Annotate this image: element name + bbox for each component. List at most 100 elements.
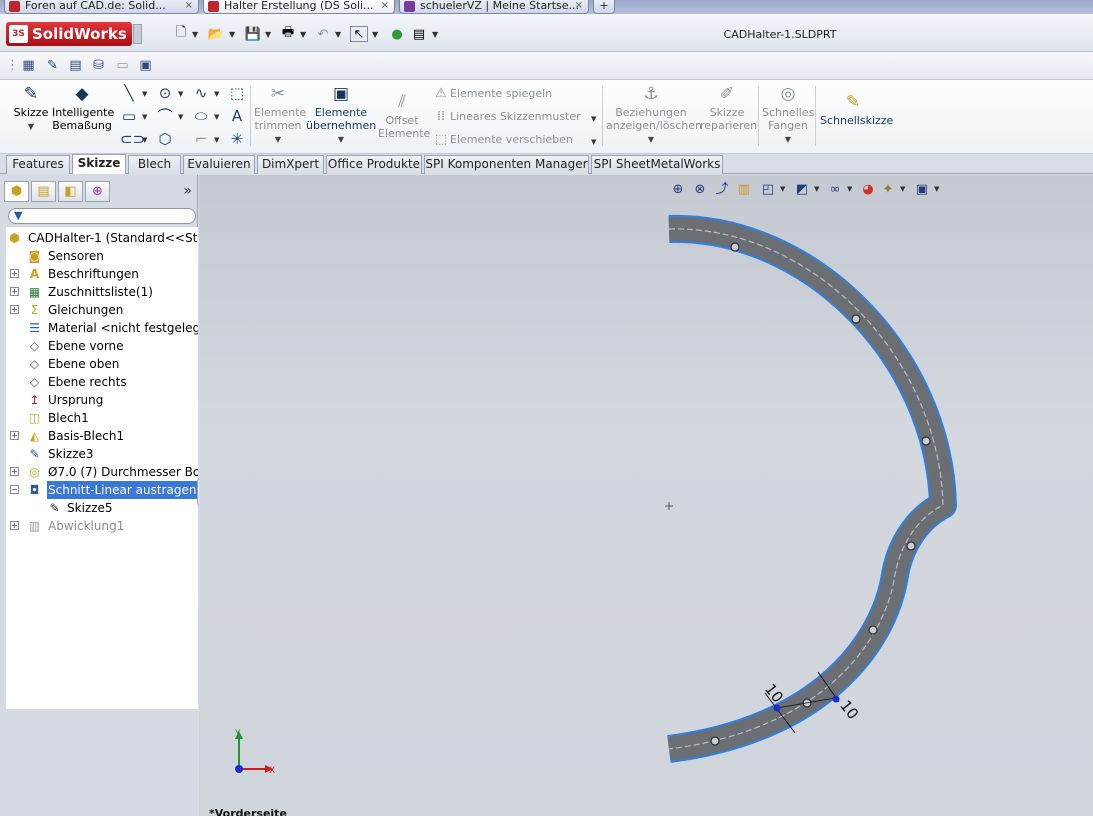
chevron-down-icon[interactable]: ▼ bbox=[192, 30, 198, 39]
arc-icon[interactable]: ⌒ bbox=[156, 107, 174, 125]
feature-tree-icon: ⬢ bbox=[10, 184, 23, 199]
chevron-down-icon[interactable]: ▼ bbox=[10, 120, 52, 133]
tab-skizze[interactable]: Skizze bbox=[72, 154, 126, 174]
chevron-down-icon[interactable]: ▼ bbox=[178, 113, 183, 121]
property-manager-tab[interactable]: ▤ bbox=[31, 181, 56, 202]
new-tab-button[interactable]: + bbox=[593, 0, 615, 14]
part-body bbox=[667, 214, 957, 763]
rapid-sketch-button[interactable]: ✎ Schnellskizze bbox=[820, 92, 893, 127]
close-icon[interactable]: × bbox=[185, 0, 193, 12]
smart-dimension-button[interactable]: ◆ Intelligente Bemaßung bbox=[52, 84, 114, 132]
chevron-down-icon[interactable]: ▼ bbox=[372, 30, 378, 39]
expand-icon[interactable]: + bbox=[10, 287, 19, 296]
tab-features[interactable]: Features bbox=[6, 155, 70, 174]
line-icon[interactable]: ╲ bbox=[120, 84, 138, 102]
chevron-down-icon[interactable]: ▼ bbox=[591, 115, 596, 123]
chevron-down-icon[interactable]: ▼ bbox=[762, 133, 814, 146]
feature-manager-tab[interactable]: ⬢ bbox=[4, 181, 29, 202]
point-icon[interactable]: ✳ bbox=[228, 130, 246, 148]
spline-icon[interactable]: ∿ bbox=[192, 84, 210, 102]
chevron-down-icon[interactable]: ▼ bbox=[254, 133, 302, 146]
base-flange-icon: ◭ bbox=[29, 429, 40, 443]
expand-icon[interactable]: + bbox=[10, 269, 19, 278]
linear-pattern-button[interactable]: ⁞⁞ Lineares Skizzenmuster bbox=[432, 110, 581, 124]
relations-button[interactable]: ⚓ Beziehungen anzeigen/löschen ▼ bbox=[606, 84, 702, 146]
repair-sketch-button[interactable]: ✐ Skizze reparieren bbox=[700, 84, 757, 132]
mirror-entities-button[interactable]: ⚠ Elemente spiegeln bbox=[432, 87, 552, 101]
toolbar-icon-2[interactable]: ✎ bbox=[44, 57, 61, 74]
chevron-down-icon[interactable]: ▼ bbox=[142, 136, 147, 144]
browser-tab[interactable]: Halter Erstellung (DS Soli... × bbox=[203, 0, 395, 14]
toolbar-icon-1[interactable]: ▦ bbox=[20, 57, 37, 74]
close-icon[interactable]: × bbox=[575, 0, 583, 12]
solidworks-logo[interactable]: 3S SolidWorks bbox=[6, 22, 132, 46]
chevron-down-icon[interactable]: ▼ bbox=[229, 30, 235, 39]
chevron-down-icon[interactable]: ▼ bbox=[214, 136, 219, 144]
circle-icon[interactable]: ⊙ bbox=[156, 84, 174, 102]
expand-icon[interactable]: + bbox=[10, 305, 19, 314]
sw-favicon bbox=[9, 1, 20, 12]
hole-4 bbox=[906, 541, 916, 551]
print-icon[interactable]: 🖶 bbox=[279, 25, 297, 42]
chevron-down-icon[interactable]: ▼ bbox=[591, 138, 596, 146]
browser-tab[interactable]: schuelerVZ | Meine Startse... × bbox=[399, 0, 589, 14]
trim-button[interactable]: ✂ Elemente trimmen ▼ bbox=[254, 84, 306, 146]
chevron-down-icon[interactable]: ▼ bbox=[214, 113, 219, 121]
text-icon[interactable]: A bbox=[228, 107, 246, 125]
grid-icon[interactable]: ⬚ bbox=[228, 84, 246, 102]
graphics-viewport[interactable]: ⊕ ⊗ ⤴ ▥ ◰ ▼ ◩ ▼ ∞ ▼ ◕ ✦ ▼ ▣ ▼ 10 10 Y X … bbox=[199, 175, 1093, 816]
tab-blech[interactable]: Blech bbox=[128, 155, 181, 174]
configuration-manager-tab[interactable]: ◧ bbox=[58, 181, 83, 202]
chevron-down-icon[interactable]: ▼ bbox=[432, 30, 438, 39]
tab-office-produkte[interactable]: Office Produkte bbox=[326, 155, 422, 174]
chevron-down-icon[interactable]: ▼ bbox=[335, 30, 341, 39]
chevron-down-icon[interactable]: ▼ bbox=[606, 133, 696, 146]
offset-entities-button[interactable]: ⫽ Offset Elemente bbox=[378, 92, 430, 140]
convert-entities-button[interactable]: ▣ Elemente übernehmen ▼ bbox=[306, 84, 376, 146]
tab-evaluieren[interactable]: Evaluieren bbox=[183, 155, 255, 174]
collapse-icon[interactable]: − bbox=[10, 485, 19, 494]
property-icon: ▤ bbox=[37, 184, 50, 199]
sketch-button[interactable]: ✎ Skizze ▼ bbox=[10, 84, 52, 133]
close-icon[interactable]: × bbox=[381, 0, 389, 12]
move-entities-button[interactable]: ⬚ Elemente verschieben bbox=[432, 133, 573, 147]
open-icon[interactable]: 📂 bbox=[207, 26, 225, 42]
dimxpert-manager-tab[interactable]: ⊕ bbox=[85, 181, 110, 202]
browser-tab[interactable]: Foren auf CAD.de: Solid... × bbox=[4, 0, 199, 14]
tree-filter-input[interactable]: ▼ bbox=[8, 208, 196, 224]
ellipse-icon[interactable]: ⬭ bbox=[192, 107, 210, 125]
chevron-down-icon[interactable]: ▼ bbox=[214, 90, 219, 98]
part-icon: ⬢ bbox=[9, 231, 20, 245]
chevron-down-icon[interactable]: ▼ bbox=[142, 113, 147, 121]
fillet-icon[interactable]: ⌐ bbox=[192, 130, 210, 148]
menu-expand-arrow[interactable] bbox=[133, 24, 142, 44]
toolbar-icon-5[interactable]: ▭ bbox=[114, 57, 131, 74]
select-icon[interactable]: ↖ bbox=[350, 26, 368, 42]
toolbar-icon-3[interactable]: ▤ bbox=[67, 57, 84, 74]
expand-icon[interactable]: + bbox=[10, 431, 19, 440]
new-icon[interactable]: 🗋 bbox=[172, 25, 190, 42]
expand-icon[interactable]: + bbox=[10, 521, 19, 530]
save-icon[interactable]: 💾 bbox=[244, 26, 262, 42]
tab-spi-sheetmetalworks[interactable]: SPI SheetMetalWorks bbox=[591, 155, 723, 174]
chevron-down-icon[interactable]: ▼ bbox=[306, 133, 376, 146]
chevron-down-icon[interactable]: ▼ bbox=[265, 30, 271, 39]
chevron-down-icon[interactable]: ▼ bbox=[178, 90, 183, 98]
slot-icon[interactable]: ⊂⊃ bbox=[120, 130, 145, 148]
options-icon[interactable]: ▤ bbox=[410, 26, 428, 42]
undo-icon[interactable]: ↶ bbox=[314, 26, 332, 42]
move-icon: ⬚ bbox=[434, 132, 448, 147]
polygon-icon[interactable]: ⬡ bbox=[156, 130, 174, 148]
expand-panel-icon[interactable]: » bbox=[183, 183, 192, 199]
chevron-down-icon[interactable]: ▼ bbox=[300, 30, 306, 39]
rebuild-icon[interactable]: ● bbox=[388, 26, 406, 42]
toolbar-icon-4[interactable]: ⛁ bbox=[90, 57, 107, 74]
expand-icon[interactable]: + bbox=[10, 467, 19, 476]
chevron-down-icon[interactable]: ▼ bbox=[142, 90, 147, 98]
toolbar-icon-6[interactable]: ▣ bbox=[137, 57, 154, 74]
quick-snaps-button[interactable]: ◎ Schnelles Fangen ▼ bbox=[762, 84, 814, 146]
dimension-label-right[interactable]: 10 bbox=[836, 697, 862, 723]
tab-dimxpert[interactable]: DimXpert bbox=[257, 155, 324, 174]
rectangle-icon[interactable]: ▭ bbox=[120, 107, 138, 125]
tab-spi-komponenten-manager[interactable]: SPI Komponenten Manager bbox=[424, 155, 589, 174]
